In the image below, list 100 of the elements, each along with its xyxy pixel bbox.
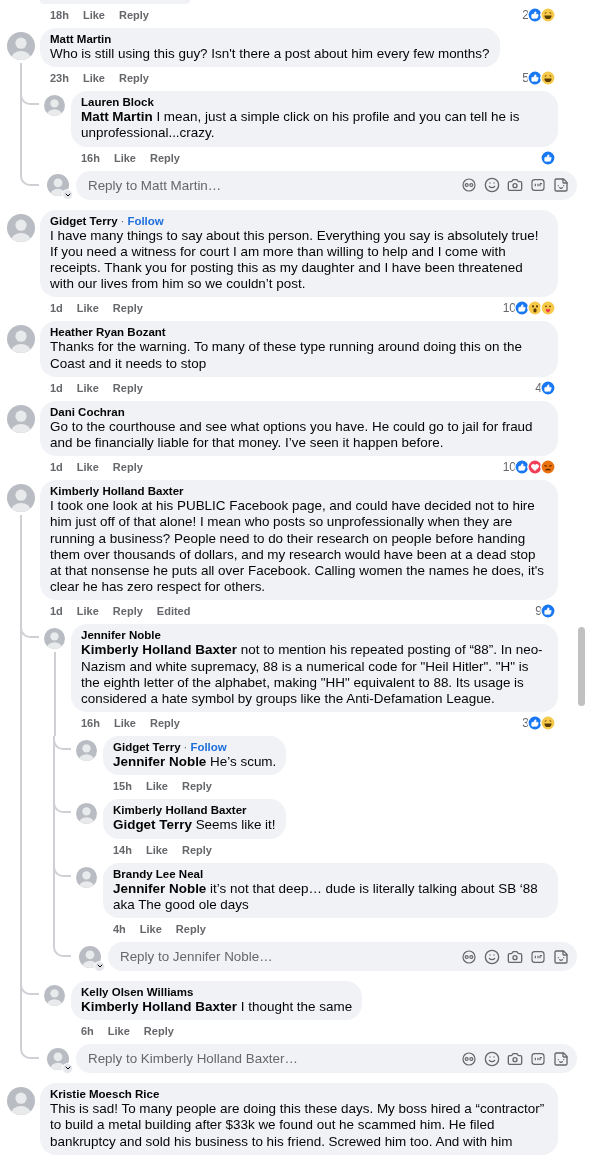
like-link[interactable]: Like — [82, 72, 105, 85]
avatar-sticker-icon[interactable] — [461, 948, 477, 965]
author-name[interactable]: Gidget Terry — [113, 740, 181, 755]
author-name[interactable]: Gidget Terry — [50, 213, 118, 228]
follow-link[interactable]: Follow — [190, 740, 227, 755]
reaction-count[interactable]: 10 — [502, 301, 516, 316]
reply-field[interactable]: Reply to Jennifer Noble… — [118, 948, 454, 966]
reaction-count[interactable]: 9 — [535, 604, 542, 619]
author-name[interactable]: Jennifer Noble — [81, 628, 161, 643]
author-name[interactable]: Kelly Olsen Williams — [81, 985, 194, 1000]
reply-link[interactable]: Reply — [182, 843, 212, 856]
emoji-icon[interactable] — [484, 1050, 500, 1067]
sticker-icon[interactable] — [553, 948, 569, 965]
author-name[interactable]: Kristie Moesch Rice — [50, 1087, 160, 1102]
comment-text: Kimberly Holland Baxter I thought the same — [81, 999, 353, 1016]
comment-time: 14h — [113, 843, 132, 856]
sticker-icon[interactable] — [553, 177, 569, 194]
like-link[interactable]: Like — [113, 151, 136, 164]
reaction-count[interactable]: 5 — [522, 71, 529, 86]
comment-time: 16h — [81, 717, 100, 730]
camera-icon[interactable] — [507, 177, 523, 194]
emoji-icon[interactable] — [484, 177, 500, 194]
like-link[interactable]: Like — [107, 1025, 130, 1038]
sticker-icon[interactable] — [553, 1050, 569, 1067]
comment-text: Jennifer Noble He’s scum. — [113, 754, 277, 771]
reply-link[interactable]: Reply — [112, 381, 143, 394]
comment-time: 15h — [113, 780, 132, 793]
comment-composer[interactable]: Reply to Matt Martin… — [76, 170, 577, 200]
reply-link[interactable]: Reply — [112, 461, 143, 474]
like-link[interactable]: Like — [82, 9, 105, 21]
avatar-sticker-icon[interactable] — [461, 177, 477, 194]
like-link[interactable]: Like — [113, 717, 136, 730]
thread-line — [53, 942, 71, 958]
like-link[interactable]: Like — [76, 381, 99, 394]
gif-icon[interactable] — [530, 948, 546, 965]
comment-text: Thanks for the warning. To many of these type running around doing this on the Coast and it needs to stop — [50, 339, 523, 372]
comment-text: Kimberly Holland Baxter not to mention his repeated posting of “88”. In neo-Nazism and white supremacy, 88 is a numerical code for "Heil Hitler". "H" is the eighth letter of the alphabet, making "HH" equivalent to 88. Its usage is considered a hate symbol by groups like the Anti-Defamation League. — [81, 642, 544, 708]
like-reaction-icon — [527, 715, 543, 732]
camera-icon[interactable] — [507, 1050, 523, 1067]
reaction-count[interactable]: 4 — [535, 380, 542, 395]
author-name[interactable]: Brandy Lee Neal — [113, 866, 204, 881]
reply-link[interactable]: Reply — [112, 605, 143, 618]
reply-link[interactable]: Reply — [150, 151, 180, 164]
comment-time: 6h — [81, 1025, 94, 1038]
camera-icon[interactable] — [507, 948, 523, 965]
haha-reaction-icon — [540, 70, 556, 87]
love-reaction-icon — [527, 459, 543, 476]
like-link[interactable]: Like — [139, 923, 162, 936]
gif-icon[interactable] — [530, 177, 546, 194]
like-reaction-icon — [540, 379, 556, 396]
comment-text: This is sad! To many people are doing this these days. My boss hired a “contractor” to build a metal building after $33k we found out he scammed him. He filed bankruptcy and sold his business to his friend. Screwed him too. And with him — [50, 1101, 546, 1150]
chevron-down-icon[interactable] — [94, 960, 105, 972]
reply-field[interactable]: Reply to Kimberly Holland Baxter… — [86, 1050, 454, 1068]
like-reaction-icon — [540, 149, 556, 166]
reaction-count[interactable]: 10 — [502, 460, 516, 475]
author-name[interactable]: Heather Ryan Bozant — [50, 325, 166, 340]
emoji-icon[interactable] — [484, 948, 500, 965]
author-name[interactable]: Dani Cochran — [50, 404, 125, 419]
reply-link[interactable]: Reply — [175, 923, 206, 936]
reply-link[interactable]: Reply — [150, 717, 180, 730]
comment-text: Jennifer Noble it’s not that deep… dude is literally talking about SB ‘88 aka The good ole days — [113, 880, 539, 914]
reaction-count[interactable]: 2 — [522, 8, 529, 22]
gif-icon[interactable] — [530, 1050, 546, 1067]
comment-time: 1d — [50, 461, 63, 474]
comment-time: 4h — [113, 923, 126, 936]
reply-link[interactable]: Reply — [112, 302, 143, 315]
thread-line — [20, 170, 39, 186]
comment-time: 1d — [50, 381, 63, 394]
reply-link[interactable]: Reply — [119, 9, 149, 21]
wow-reaction-icon — [527, 300, 543, 317]
comment-time: 1d — [50, 302, 63, 315]
scrollbar[interactable] — [578, 627, 585, 706]
chevron-down-icon[interactable] — [62, 189, 73, 201]
like-link[interactable]: Like — [76, 605, 99, 618]
like-reaction-icon — [540, 603, 556, 620]
author-name[interactable]: Lauren Block — [81, 95, 154, 110]
author-name[interactable]: Matt Martin — [50, 32, 112, 46]
like-link[interactable]: Like — [145, 780, 168, 793]
like-link[interactable]: Like — [145, 843, 168, 856]
reply-link[interactable]: Reply — [143, 1025, 174, 1038]
separator-dot: · — [120, 213, 125, 228]
avatar-sticker-icon[interactable] — [461, 1050, 477, 1067]
author-name[interactable]: Kimberly Holland Baxter — [50, 484, 184, 499]
like-link[interactable]: Like — [76, 302, 99, 315]
comment-composer[interactable]: Reply to Kimberly Holland Baxter… — [76, 1044, 577, 1074]
haha-reaction-icon — [540, 715, 556, 732]
comment-text: I took one look at his PUBLIC Facebook page, and could have decided not to hire him just off of that alone! I mean who posts so unprofessionally when they are running a business? People need to do their research on people before handing them over thousands of dollars, and my research would have been at a dead stop at that nonsense he puts all over Facebook. Calling women the names he does, it's clear he has zero respect for others. — [50, 498, 546, 596]
reply-field[interactable]: Reply to Matt Martin… — [86, 176, 454, 194]
thread-line — [20, 1044, 39, 1060]
follow-link[interactable]: Follow — [127, 213, 164, 228]
reaction-count[interactable]: 3 — [522, 716, 529, 731]
chevron-down-icon[interactable] — [62, 1062, 73, 1074]
reply-link[interactable]: Reply — [182, 780, 212, 793]
comment-composer[interactable]: Reply to Jennifer Noble… — [108, 942, 577, 972]
author-name[interactable]: Kimberly Holland Baxter — [113, 803, 247, 818]
comment-text: Gidget Terry Seems like it! — [113, 817, 276, 834]
comment-text: Go to the courthouse and see what options you have. He could go to jail for fraud and be financially liable for that money. I’ve seen it happen before. — [50, 418, 534, 452]
reply-link[interactable]: Reply — [119, 72, 149, 85]
comment-text: I have many things to say about this person. Everything you say is absolutely true! If you need a witness for court I am more than willing to help and I come with receipts. Thank you for posting this as my daughter and I have been threatened with our lives from him so we couldn’t post. — [50, 227, 540, 293]
like-link[interactable]: Like — [76, 461, 99, 474]
